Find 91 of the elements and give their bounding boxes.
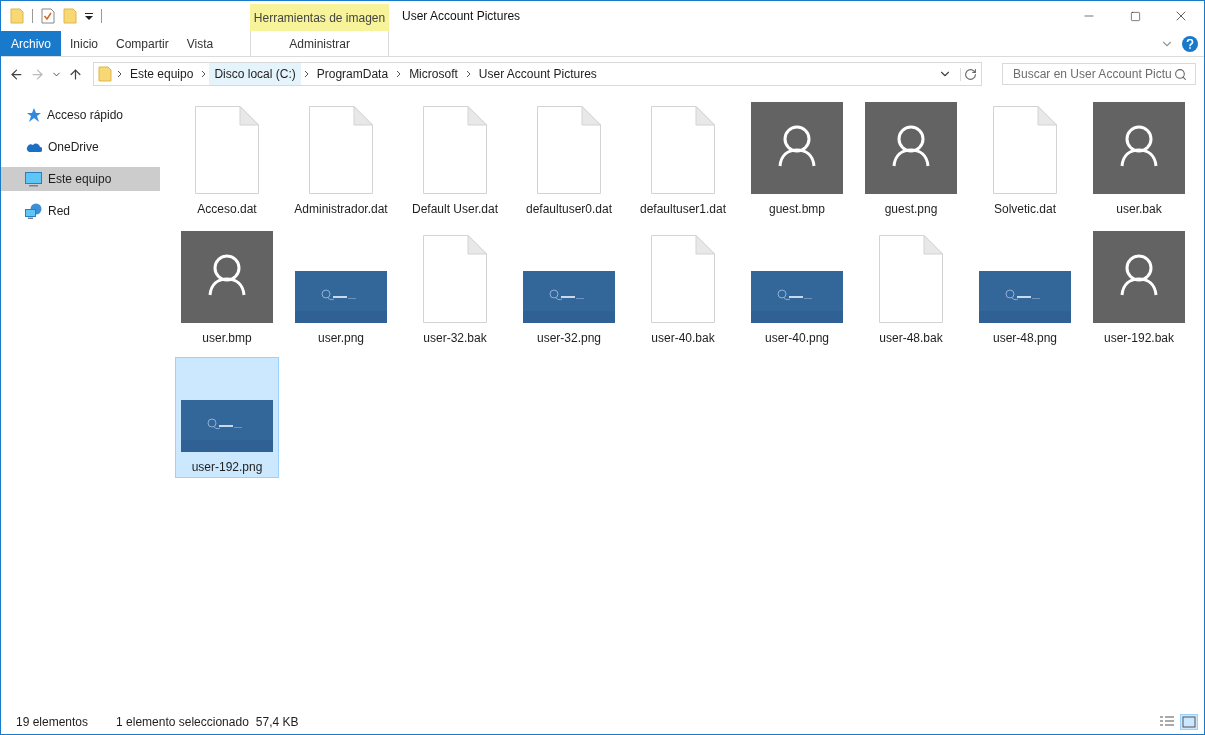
file-name: user-32.png [535, 331, 602, 345]
back-button[interactable] [9, 66, 24, 82]
file-tile[interactable]: user-32.png [517, 228, 621, 349]
address-bar[interactable]: Este equipo Disco local (C:) ProgramData Microsoft User Account Pictures [93, 62, 982, 86]
file-name: user-40.bak [650, 331, 716, 345]
file-name: user.bak [1115, 202, 1163, 216]
file-tile[interactable]: Acceso.dat [175, 99, 279, 220]
chevron-icon[interactable] [201, 70, 207, 78]
document-icon [537, 106, 601, 194]
file-tile[interactable]: user.bak [1087, 99, 1191, 220]
file-name: user-32.bak [422, 331, 488, 345]
chevron-icon[interactable] [396, 70, 402, 78]
breadcrumb[interactable]: Disco local (C:) [209, 63, 301, 85]
ribbon-tab[interactable]: Inicio [61, 31, 108, 56]
folder-icon [10, 8, 24, 24]
chevron-icon[interactable] [117, 70, 122, 78]
file-tile[interactable]: guest.bmp [745, 99, 849, 220]
file-tile[interactable]: user.bmp [175, 228, 279, 349]
file-name: Administrador.dat [293, 202, 389, 216]
sidebar-label: Red [48, 204, 70, 218]
document-icon [993, 106, 1057, 194]
file-name: Acceso.dat [196, 202, 258, 216]
file-name: user-40.png [763, 331, 830, 345]
file-tile[interactable]: user-192.bak [1087, 228, 1191, 349]
file-tile[interactable]: user-192.png [175, 357, 279, 478]
file-name: defaultuser1.dat [638, 202, 728, 216]
file-tile[interactable]: guest.png [859, 99, 963, 220]
network-icon [25, 203, 42, 219]
new-folder-icon [63, 8, 77, 24]
file-name: user-48.png [991, 331, 1058, 345]
file-tile[interactable]: defaultuser0.dat [517, 99, 621, 220]
file-tile[interactable]: Solvetic.dat [973, 99, 1077, 220]
refresh-icon[interactable] [960, 67, 977, 81]
sidebar-item[interactable]: Este equipo [1, 167, 160, 191]
document-icon [879, 235, 943, 323]
sidebar-label: Este equipo [48, 172, 112, 186]
document-icon [651, 106, 715, 194]
monitor-icon [25, 171, 42, 187]
file-tile[interactable]: user-40.bak [631, 228, 735, 349]
file-tile[interactable]: user-32.bak [403, 228, 507, 349]
file-tile[interactable]: user-48.bak [859, 228, 963, 349]
star-icon [25, 107, 41, 123]
chevron-icon[interactable] [465, 70, 471, 78]
sidebar-item[interactable]: Acceso rápido [1, 103, 160, 127]
sidebar-label: Acceso rápido [47, 108, 124, 122]
context-tab-group: Herramientas de imagen [250, 4, 389, 31]
file-name: user-192.bak [1102, 331, 1175, 345]
file-tile[interactable]: Administrador.dat [289, 99, 393, 220]
file-tile[interactable]: user.png [289, 228, 393, 349]
breadcrumb[interactable]: User Account Pictures [473, 63, 602, 85]
file-tile[interactable]: Default User.dat [403, 99, 507, 220]
properties-icon[interactable] [41, 8, 55, 24]
selection-count: 1 elemento seleccionado [116, 715, 249, 729]
sidebar-item[interactable]: Red [1, 199, 160, 223]
breadcrumb[interactable]: Este equipo [125, 63, 199, 85]
document-icon [423, 106, 487, 194]
ribbon-tab[interactable]: Vista [177, 31, 223, 56]
up-button[interactable] [68, 66, 83, 82]
help-icon[interactable] [1182, 35, 1198, 52]
selection-size: 57,4 KB [255, 715, 299, 729]
file-name: guest.bmp [767, 202, 826, 216]
file-name: user.bmp [201, 331, 253, 345]
file-tab[interactable]: Archivo [1, 31, 61, 56]
file-name: user-48.bak [878, 331, 944, 345]
file-name: user.png [316, 331, 365, 345]
document-icon [195, 106, 259, 194]
file-name: Default User.dat [410, 202, 499, 216]
dropdown-icon[interactable] [85, 12, 93, 20]
document-icon [309, 106, 373, 194]
maximize-icon[interactable] [1129, 10, 1141, 22]
file-tile[interactable]: user-48.png [973, 228, 1077, 349]
file-tile[interactable]: defaultuser1.dat [631, 99, 735, 220]
folder-icon [98, 66, 112, 82]
breadcrumb[interactable]: ProgramData [311, 63, 394, 85]
file-name: Solvetic.dat [992, 202, 1057, 216]
ribbon-tab[interactable]: Compartir [107, 31, 178, 56]
window-title: User Account Pictures [401, 8, 522, 25]
chevron-icon[interactable] [303, 70, 309, 78]
sidebar-item[interactable]: OneDrive [1, 135, 160, 159]
cloud-icon [25, 141, 42, 153]
file-name: user-192.png [190, 460, 264, 474]
document-icon [423, 235, 487, 323]
item-count: 19 elementos [16, 715, 89, 729]
search-icon[interactable] [1174, 67, 1187, 81]
search-field[interactable]: Buscar en User Account Pictu [1002, 63, 1196, 85]
breadcrumb[interactable]: Microsoft [404, 63, 463, 85]
file-name: defaultuser0.dat [524, 202, 614, 216]
document-icon [651, 235, 715, 323]
sidebar-label: OneDrive [48, 140, 99, 154]
file-name: guest.png [883, 202, 939, 216]
file-tile[interactable]: user-40.png [745, 228, 849, 349]
